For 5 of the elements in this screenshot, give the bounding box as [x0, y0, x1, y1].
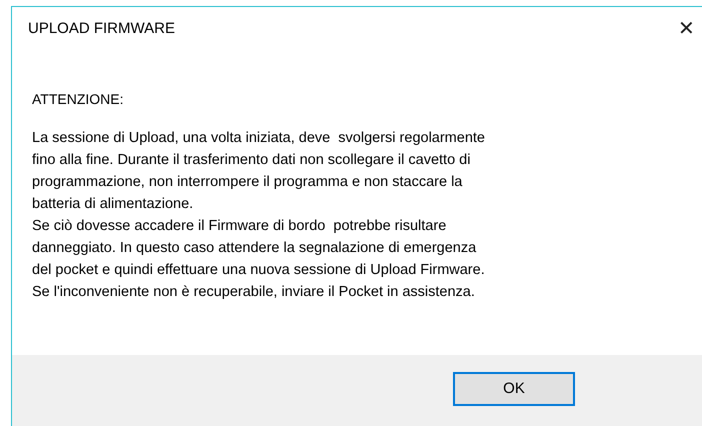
- heading-text: ATTENZIONE:: [32, 90, 125, 109]
- window-title: UPLOAD FIRMWARE: [28, 18, 175, 39]
- ok-button[interactable]: OK: [453, 372, 575, 406]
- close-button[interactable]: ✕: [678, 18, 695, 39]
- message-text: La sessione di Upload, una volta iniziata, deve svolgersi regolarmente fino alla fine. Durante il trasferimento dati non scollegare il cavetto di programmazione, non interrompere il programma e non staccare la batteria di alimentazione. Se ciò dovesse accadere il Firmware di bordo potrebbe risultare danneggiato. In questo caso attendere la segnalazione di emergenza del pocket e quindi effettuare una nuova sessione di Upload Firmware. Se l'inconveniente non è recuperabile, inviare il Pocket in assistenza.: [32, 128, 486, 302]
